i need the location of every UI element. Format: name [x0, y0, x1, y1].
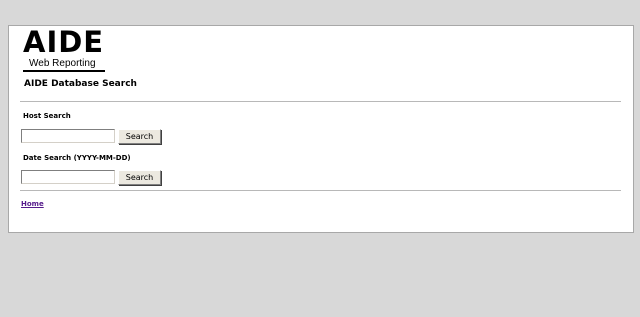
logo-wordmark: AIDE [23, 25, 105, 59]
aide-logo: AIDE Web Reporting [23, 28, 107, 72]
divider-bottom [20, 190, 621, 192]
date-search-label: Date Search (YYYY-MM-DD) [23, 154, 131, 162]
host-search-input[interactable] [21, 129, 115, 143]
home-link[interactable]: Home [21, 200, 44, 208]
date-search-button[interactable]: Search [118, 170, 161, 185]
divider-top [20, 101, 621, 103]
host-search-button[interactable]: Search [118, 129, 161, 144]
logo-underline [23, 70, 105, 72]
page-title: AIDE Database Search [24, 79, 137, 89]
date-search-input[interactable] [21, 170, 115, 184]
logo-subtitle: Web Reporting [29, 58, 96, 69]
content-panel: AIDE Web Reporting AIDE Database Search … [8, 25, 634, 233]
host-search-label: Host Search [23, 112, 71, 120]
